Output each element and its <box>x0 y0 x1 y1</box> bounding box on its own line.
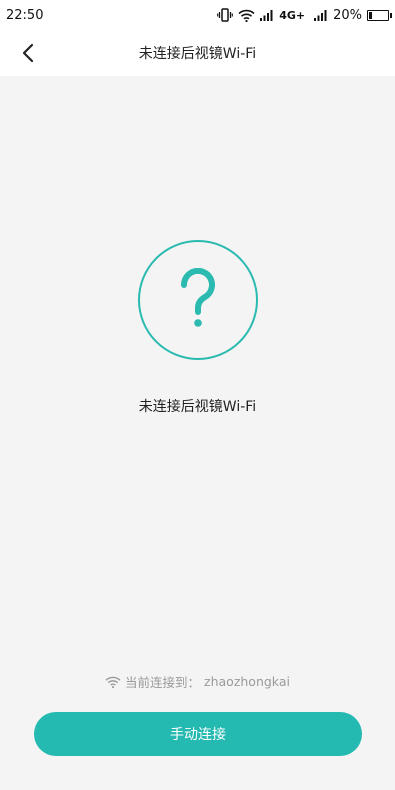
page-title: 未连接后视镜Wi-Fi <box>138 46 257 62</box>
network-type: 4G+ <box>279 8 306 22</box>
manual-connect-label: 手动连接 <box>170 727 226 743</box>
status-icons: 4G+ 20% <box>217 7 392 23</box>
status-time: 22:50 <box>6 7 44 23</box>
current-connection-ssid: zhaozhongkai <box>204 674 290 689</box>
status-bar: 22:50 4G+ 20% <box>0 0 395 30</box>
battery-level <box>369 11 373 19</box>
header: 未连接后视镜Wi-Fi <box>0 30 395 76</box>
vibrate-icon <box>217 8 234 22</box>
manual-connect-button[interactable]: 手动连接 <box>34 712 362 756</box>
question-mark-icon <box>138 240 258 360</box>
back-button[interactable] <box>12 37 44 69</box>
main-content: 未连接后视镜Wi-Fi 当前连接到： zhaozhongkai 手动连接 <box>0 76 395 790</box>
current-connection: 当前连接到： zhaozhongkai <box>0 672 395 691</box>
wifi-icon <box>238 9 255 22</box>
signal-icon <box>314 9 328 21</box>
signal-icon <box>260 9 274 21</box>
battery-percent: 20% <box>333 7 362 23</box>
battery-icon <box>367 9 392 21</box>
wifi-icon <box>105 676 121 688</box>
current-connection-label: 当前连接到： <box>125 675 201 690</box>
chevron-left-icon <box>22 43 34 63</box>
connection-status-text: 未连接后视镜Wi-Fi <box>138 399 257 415</box>
